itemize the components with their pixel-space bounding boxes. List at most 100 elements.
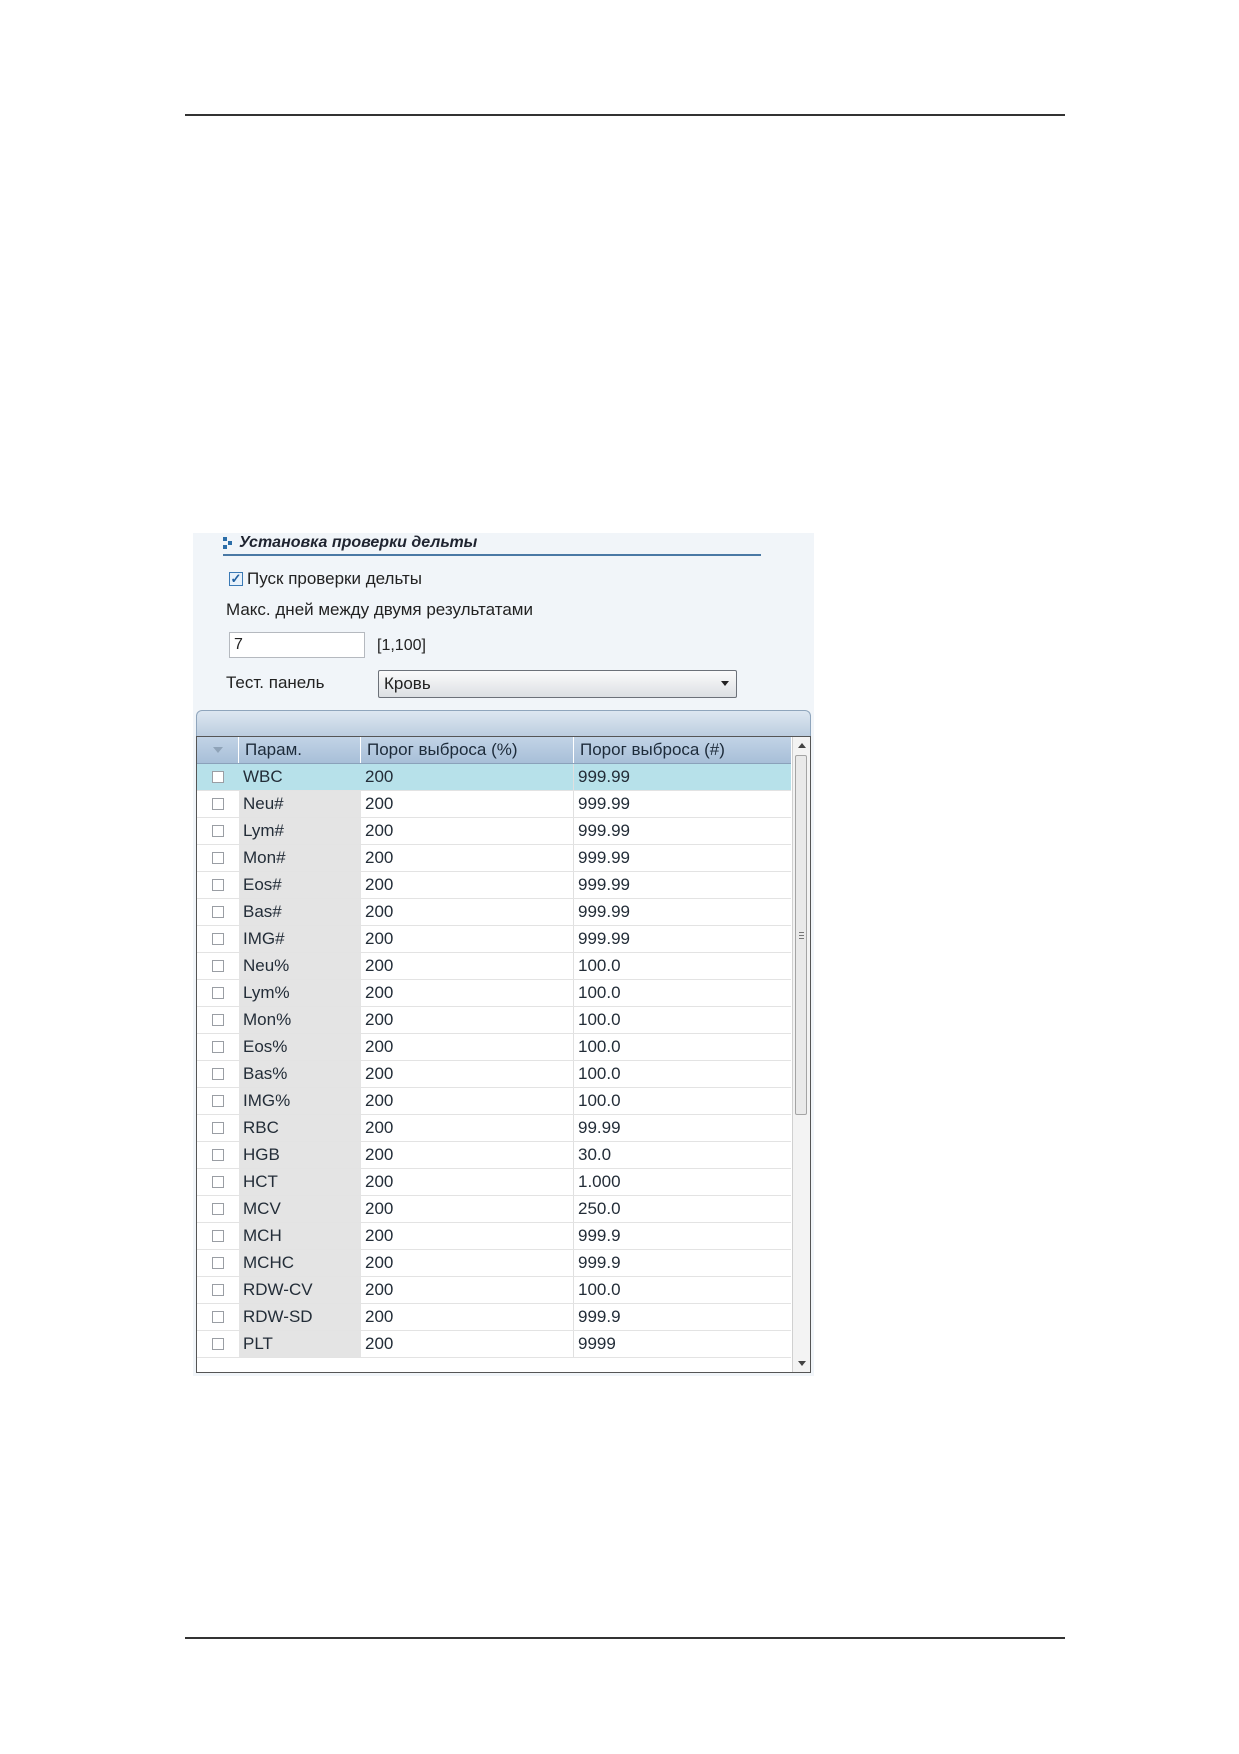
row-checkbox[interactable]	[212, 1284, 224, 1296]
row-select-cell[interactable]	[197, 1061, 239, 1087]
threshold-absolute-cell[interactable]: 999.99	[574, 872, 791, 898]
threshold-absolute-cell[interactable]: 100.0	[574, 1088, 791, 1114]
threshold-absolute-cell[interactable]: 100.0	[574, 980, 791, 1006]
threshold-percent-cell[interactable]: 200	[361, 1115, 574, 1141]
row-checkbox[interactable]	[212, 1338, 224, 1350]
threshold-percent-cell[interactable]: 200	[361, 1169, 574, 1195]
table-row[interactable]: HGB 200 30.0	[197, 1142, 791, 1169]
row-checkbox[interactable]	[212, 852, 224, 864]
row-select-cell[interactable]	[197, 1277, 239, 1303]
row-checkbox[interactable]	[212, 1257, 224, 1269]
row-checkbox[interactable]	[212, 1149, 224, 1161]
table-row[interactable]: Bas% 200 100.0	[197, 1061, 791, 1088]
threshold-percent-cell[interactable]: 200	[361, 1304, 574, 1330]
threshold-absolute-cell[interactable]: 999.9	[574, 1223, 791, 1249]
row-checkbox[interactable]	[212, 1311, 224, 1323]
threshold-absolute-cell[interactable]: 9999	[574, 1331, 791, 1357]
row-select-cell[interactable]	[197, 1250, 239, 1276]
row-checkbox[interactable]	[212, 1014, 224, 1026]
table-row[interactable]: Eos% 200 100.0	[197, 1034, 791, 1061]
threshold-percent-cell[interactable]: 200	[361, 1061, 574, 1087]
row-select-cell[interactable]	[197, 1034, 239, 1060]
row-select-cell[interactable]	[197, 899, 239, 925]
threshold-percent-cell[interactable]: 200	[361, 818, 574, 844]
row-select-cell[interactable]	[197, 791, 239, 817]
row-select-cell[interactable]	[197, 1223, 239, 1249]
threshold-absolute-cell[interactable]: 999.99	[574, 926, 791, 952]
row-checkbox[interactable]	[212, 1203, 224, 1215]
row-select-cell[interactable]	[197, 845, 239, 871]
row-select-cell[interactable]	[197, 1007, 239, 1033]
row-checkbox[interactable]	[212, 879, 224, 891]
row-checkbox[interactable]	[212, 1122, 224, 1134]
row-select-cell[interactable]	[197, 818, 239, 844]
row-checkbox[interactable]	[212, 933, 224, 945]
threshold-absolute-cell[interactable]: 999.9	[574, 1304, 791, 1330]
table-row[interactable]: RBC 200 99.99	[197, 1115, 791, 1142]
threshold-percent-cell[interactable]: 200	[361, 980, 574, 1006]
threshold-absolute-cell[interactable]: 100.0	[574, 1277, 791, 1303]
row-checkbox[interactable]	[212, 960, 224, 972]
table-row[interactable]: PLT 200 9999	[197, 1331, 791, 1358]
table-row[interactable]: Bas# 200 999.99	[197, 899, 791, 926]
table-row[interactable]: RDW-CV 200 100.0	[197, 1277, 791, 1304]
row-select-cell[interactable]	[197, 764, 239, 790]
table-row[interactable]: MCV 200 250.0	[197, 1196, 791, 1223]
table-row[interactable]: MCHC 200 999.9	[197, 1250, 791, 1277]
table-row[interactable]: Lym% 200 100.0	[197, 980, 791, 1007]
threshold-percent-cell[interactable]: 200	[361, 1007, 574, 1033]
column-header-threshold-percent[interactable]: Порог выброса (%)	[361, 737, 574, 763]
table-row[interactable]: Eos# 200 999.99	[197, 872, 791, 899]
row-select-cell[interactable]	[197, 1169, 239, 1195]
scroll-down-icon[interactable]	[798, 1361, 806, 1366]
threshold-absolute-cell[interactable]: 100.0	[574, 953, 791, 979]
row-select-cell[interactable]	[197, 1088, 239, 1114]
max-days-input[interactable]	[229, 632, 365, 658]
row-checkbox[interactable]	[212, 1230, 224, 1242]
threshold-percent-cell[interactable]: 200	[361, 1196, 574, 1222]
row-checkbox[interactable]	[212, 1041, 224, 1053]
row-checkbox[interactable]	[212, 771, 224, 783]
table-row[interactable]: WBC 200 999.99	[197, 764, 791, 791]
threshold-percent-cell[interactable]: 200	[361, 845, 574, 871]
threshold-percent-cell[interactable]: 200	[361, 1250, 574, 1276]
threshold-absolute-cell[interactable]: 100.0	[574, 1007, 791, 1033]
row-checkbox[interactable]	[212, 1068, 224, 1080]
row-select-cell[interactable]	[197, 1304, 239, 1330]
threshold-absolute-cell[interactable]: 999.99	[574, 764, 791, 790]
row-checkbox[interactable]	[212, 1176, 224, 1188]
threshold-percent-cell[interactable]: 200	[361, 764, 574, 790]
threshold-absolute-cell[interactable]: 999.99	[574, 899, 791, 925]
threshold-percent-cell[interactable]: 200	[361, 791, 574, 817]
row-checkbox[interactable]	[212, 798, 224, 810]
threshold-percent-cell[interactable]: 200	[361, 1088, 574, 1114]
row-checkbox[interactable]	[212, 987, 224, 999]
threshold-absolute-cell[interactable]: 999.99	[574, 818, 791, 844]
row-select-cell[interactable]	[197, 926, 239, 952]
threshold-absolute-cell[interactable]: 999.99	[574, 845, 791, 871]
table-row[interactable]: IMG% 200 100.0	[197, 1088, 791, 1115]
row-checkbox[interactable]	[212, 906, 224, 918]
threshold-percent-cell[interactable]: 200	[361, 1034, 574, 1060]
threshold-absolute-cell[interactable]: 250.0	[574, 1196, 791, 1222]
table-row[interactable]: Neu% 200 100.0	[197, 953, 791, 980]
row-select-cell[interactable]	[197, 1115, 239, 1141]
column-header-param[interactable]: Парам.	[239, 737, 361, 763]
row-checkbox[interactable]	[212, 825, 224, 837]
table-scrollbar[interactable]	[792, 737, 810, 1372]
threshold-percent-cell[interactable]: 200	[361, 953, 574, 979]
table-row[interactable]: HCT 200 1.000	[197, 1169, 791, 1196]
table-row[interactable]: Neu# 200 999.99	[197, 791, 791, 818]
table-row[interactable]: IMG# 200 999.99	[197, 926, 791, 953]
column-header-threshold-absolute[interactable]: Порог выброса (#)	[574, 737, 791, 763]
threshold-absolute-cell[interactable]: 100.0	[574, 1034, 791, 1060]
row-select-cell[interactable]	[197, 1196, 239, 1222]
table-row[interactable]: MCH 200 999.9	[197, 1223, 791, 1250]
enable-delta-check-checkbox[interactable]	[229, 572, 243, 586]
threshold-absolute-cell[interactable]: 1.000	[574, 1169, 791, 1195]
select-all-column-header[interactable]	[197, 737, 239, 763]
threshold-absolute-cell[interactable]: 999.9	[574, 1250, 791, 1276]
row-select-cell[interactable]	[197, 980, 239, 1006]
threshold-percent-cell[interactable]: 200	[361, 1223, 574, 1249]
row-select-cell[interactable]	[197, 872, 239, 898]
